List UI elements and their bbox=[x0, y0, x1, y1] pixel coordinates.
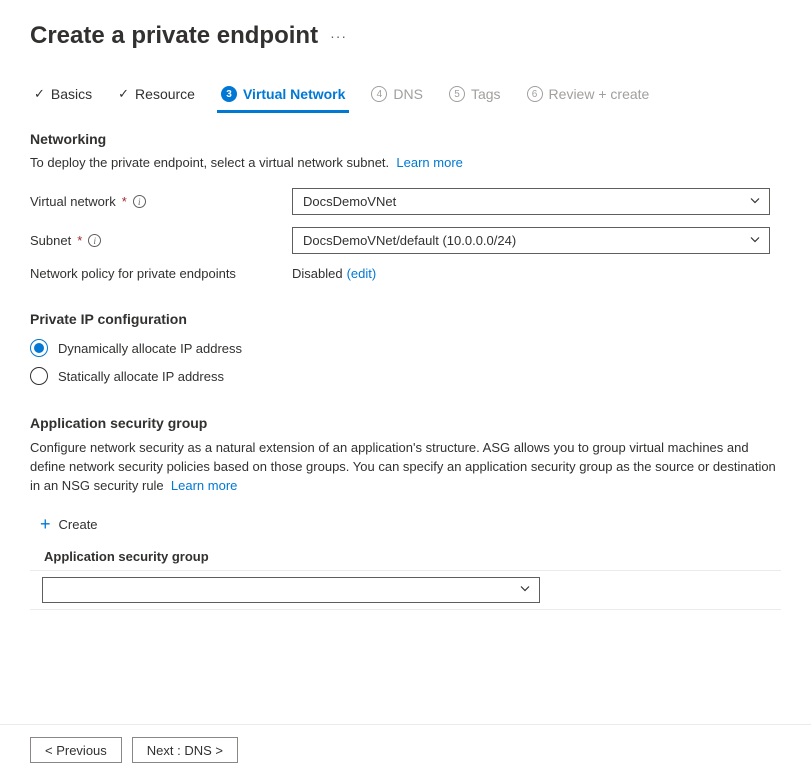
wizard-tabs: ✓ Basics ✓ Resource 3 Virtual Network 4 … bbox=[0, 58, 811, 113]
tab-basics[interactable]: ✓ Basics bbox=[30, 78, 96, 112]
network-policy-value: Disabled bbox=[292, 266, 343, 281]
tab-label: DNS bbox=[393, 86, 423, 102]
step-number-icon: 4 bbox=[371, 86, 387, 102]
info-icon[interactable]: i bbox=[133, 195, 146, 208]
create-asg-button[interactable]: + Create bbox=[40, 514, 98, 535]
tab-dns[interactable]: 4 DNS bbox=[367, 78, 427, 112]
learn-more-link[interactable]: Learn more bbox=[171, 478, 237, 493]
asg-heading: Application security group bbox=[30, 415, 781, 431]
asg-dropdown[interactable] bbox=[42, 577, 540, 603]
virtual-network-label: Virtual network* i bbox=[30, 194, 292, 209]
next-button[interactable]: Next : DNS > bbox=[132, 737, 238, 763]
ip-config-heading: Private IP configuration bbox=[30, 311, 781, 327]
asg-column-header: Application security group bbox=[44, 549, 781, 564]
info-icon[interactable]: i bbox=[88, 234, 101, 247]
step-number-icon: 6 bbox=[527, 86, 543, 102]
radio-icon bbox=[30, 367, 48, 385]
radio-label: Dynamically allocate IP address bbox=[58, 341, 242, 356]
edit-policy-link[interactable]: (edit) bbox=[347, 266, 377, 281]
radio-label: Statically allocate IP address bbox=[58, 369, 224, 384]
subnet-label: Subnet* i bbox=[30, 233, 292, 248]
tab-tags[interactable]: 5 Tags bbox=[445, 78, 505, 112]
check-icon: ✓ bbox=[118, 86, 129, 102]
chevron-down-icon bbox=[749, 233, 761, 248]
tab-label: Review + create bbox=[549, 86, 650, 102]
plus-icon: + bbox=[40, 514, 51, 535]
tab-label: Resource bbox=[135, 86, 195, 102]
networking-heading: Networking bbox=[30, 131, 781, 147]
tab-label: Basics bbox=[51, 86, 92, 102]
create-label: Create bbox=[59, 517, 98, 532]
previous-button[interactable]: < Previous bbox=[30, 737, 122, 763]
subnet-dropdown[interactable]: DocsDemoVNet/default (10.0.0.0/24) bbox=[292, 227, 770, 254]
wizard-footer: < Previous Next : DNS > bbox=[0, 724, 811, 775]
dropdown-value: DocsDemoVNet/default (10.0.0.0/24) bbox=[303, 233, 516, 248]
check-icon: ✓ bbox=[34, 86, 45, 102]
chevron-down-icon bbox=[519, 582, 531, 597]
tab-label: Virtual Network bbox=[243, 86, 345, 102]
dropdown-value: DocsDemoVNet bbox=[303, 194, 396, 209]
radio-static-ip[interactable]: Statically allocate IP address bbox=[30, 367, 781, 385]
learn-more-link[interactable]: Learn more bbox=[396, 155, 462, 170]
more-actions-icon[interactable]: ··· bbox=[330, 28, 347, 44]
tab-label: Tags bbox=[471, 86, 501, 102]
radio-icon bbox=[30, 339, 48, 357]
tab-review-create[interactable]: 6 Review + create bbox=[523, 78, 654, 112]
networking-description: To deploy the private endpoint, select a… bbox=[30, 155, 781, 170]
virtual-network-dropdown[interactable]: DocsDemoVNet bbox=[292, 188, 770, 215]
step-number-icon: 5 bbox=[449, 86, 465, 102]
asg-description: Configure network security as a natural … bbox=[30, 439, 781, 496]
chevron-down-icon bbox=[749, 194, 761, 209]
step-number-icon: 3 bbox=[221, 86, 237, 102]
tab-resource[interactable]: ✓ Resource bbox=[114, 78, 199, 112]
tab-virtual-network[interactable]: 3 Virtual Network bbox=[217, 78, 349, 112]
network-policy-label: Network policy for private endpoints bbox=[30, 266, 292, 281]
radio-dynamic-ip[interactable]: Dynamically allocate IP address bbox=[30, 339, 781, 357]
page-title: Create a private endpoint bbox=[30, 22, 318, 50]
